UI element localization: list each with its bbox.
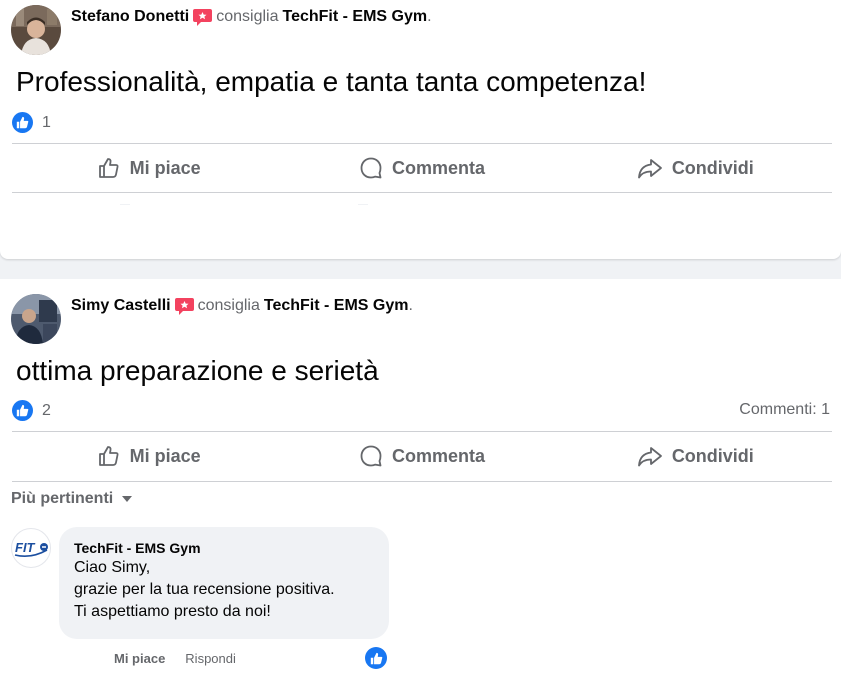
comment-label: Commenta — [391, 445, 485, 466]
avatar[interactable] — [11, 294, 61, 344]
comment-line: grazie per la tua recensione positiva. — [74, 581, 335, 598]
like-icon — [98, 446, 119, 466]
recommend-verb: consiglia — [216, 8, 279, 25]
share-button[interactable]: Condividi — [559, 144, 832, 192]
reaction-summary[interactable]: 1 — [12, 112, 51, 133]
avatar[interactable] — [11, 5, 61, 55]
comment-reply-button[interactable]: Rispondi — [185, 651, 236, 666]
like-button[interactable]: Mi piace — [12, 144, 285, 192]
author-name[interactable]: Simy Castelli — [71, 297, 171, 315]
page-name-link[interactable]: TechFit - EMS Gym — [264, 297, 409, 315]
post-header: Simy Castelli consiglia TechFit - EMS Gy… — [71, 297, 413, 315]
page-logo-avatar[interactable]: FIT — [11, 528, 51, 568]
author-name[interactable]: Stefano Donetti — [71, 8, 189, 26]
like-button[interactable]: Mi piace — [12, 432, 285, 480]
share-label: Condividi — [671, 445, 754, 466]
comment-sort-dropdown[interactable]: Più pertinenti — [11, 490, 133, 508]
post-text: ottima preparazione e serietà — [16, 355, 379, 386]
reaction-summary[interactable]: 2 — [12, 400, 51, 421]
comment-icon — [360, 445, 382, 467]
comment-line: Ciao Simy, — [74, 559, 151, 576]
comment-line: Ti aspettiamo presto da noi! — [74, 603, 271, 620]
comment-label: Commenta — [391, 157, 485, 178]
sort-label: Più pertinenti — [11, 490, 114, 507]
post-actions: Mi piace Commenta Condividi — [12, 144, 832, 192]
comment-button[interactable]: Commenta — [285, 144, 558, 192]
post-actions: Mi piace Commenta Condividi — [12, 432, 832, 480]
like-icon[interactable] — [365, 647, 387, 669]
comment-like-button[interactable]: Mi piace — [114, 651, 165, 666]
share-button[interactable]: Condividi — [559, 432, 832, 480]
page-name-link[interactable]: TechFit - EMS Gym — [282, 8, 427, 26]
post-header: Stefano Donetti consiglia TechFit - EMS … — [71, 8, 432, 26]
like-icon — [98, 158, 119, 178]
like-label: Mi piace — [129, 445, 201, 466]
like-icon — [12, 112, 33, 133]
chevron-down-icon — [122, 496, 133, 502]
comments-count[interactable]: Commenti: 1 — [739, 401, 830, 419]
comment-bubble: TechFit - EMS Gym Ciao Simy, grazie per … — [59, 527, 389, 639]
comment-button[interactable]: Commenta — [285, 432, 558, 480]
recommend-verb: consiglia — [197, 297, 260, 314]
share-label: Condividi — [671, 157, 754, 178]
like-count: 2 — [42, 401, 51, 419]
like-icon — [12, 400, 33, 421]
post-card: Stefano Donetti consiglia TechFit - EMS … — [0, 0, 841, 259]
divider — [12, 192, 832, 193]
page-logo-text: FIT — [15, 540, 36, 555]
recommend-icon — [193, 8, 213, 26]
comment-icon — [360, 157, 382, 179]
like-label: Mi piace — [129, 157, 201, 178]
post-card: Simy Castelli consiglia TechFit - EMS Gy… — [0, 279, 841, 676]
post-text: Professionalità, empatia e tanta tanta c… — [16, 66, 647, 97]
recommend-icon — [174, 297, 194, 315]
comment-author[interactable]: TechFit - EMS Gym — [74, 540, 375, 557]
comment-actions: Mi piace Rispondi — [114, 651, 236, 666]
divider — [12, 481, 832, 482]
share-icon — [637, 159, 662, 179]
like-count: 1 — [42, 113, 51, 131]
share-icon — [637, 447, 662, 467]
